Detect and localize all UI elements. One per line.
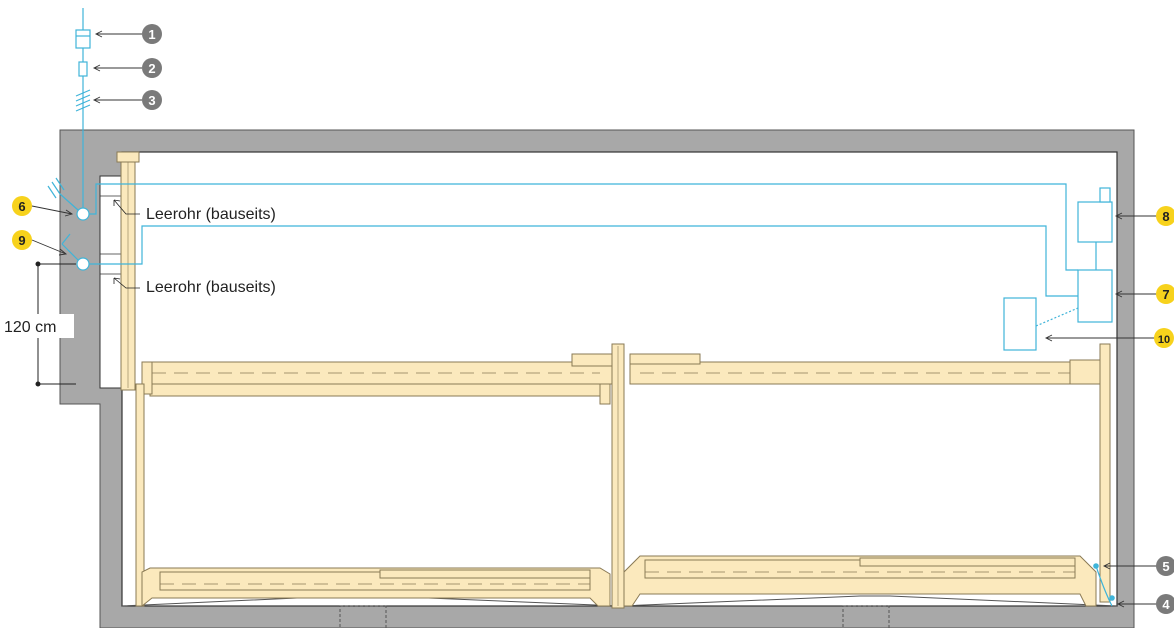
svg-text:5: 5	[1162, 559, 1169, 574]
marker-8: 8	[1156, 206, 1174, 226]
svg-text:8: 8	[1162, 209, 1169, 224]
marker-7: 7	[1156, 284, 1174, 304]
svg-text:6: 6	[18, 199, 25, 214]
fuse-icon	[78, 61, 88, 77]
marker-2: 2	[142, 58, 162, 78]
svg-text:3: 3	[148, 93, 155, 108]
marker-3: 3	[142, 90, 162, 110]
marker-6: 6	[12, 196, 32, 216]
svg-text:4: 4	[1162, 597, 1170, 612]
marker-1: 1	[142, 24, 162, 44]
marker-4: 4	[1156, 594, 1174, 614]
leerohr-label-bottom: Leerohr (bauseits)	[146, 279, 276, 296]
marker-10: 10	[1154, 328, 1174, 348]
svg-text:2: 2	[148, 61, 155, 76]
device-10-box	[1003, 297, 1037, 351]
svg-text:1: 1	[148, 27, 155, 42]
meter-icon	[75, 29, 91, 49]
dimension-label: 120 cm	[4, 319, 56, 336]
device-7-box	[1077, 269, 1113, 323]
sensor-4-dot	[1109, 595, 1115, 601]
svg-text:10: 10	[1158, 334, 1170, 346]
svg-text:7: 7	[1162, 287, 1169, 302]
svg-text:9: 9	[18, 233, 25, 248]
marker-9: 9	[12, 230, 32, 250]
marker-5: 5	[1156, 556, 1174, 576]
leerohr-label-top: Leerohr (bauseits)	[146, 206, 276, 223]
sensor-5-dot	[1093, 563, 1099, 569]
electrical-installation-diagram: 120 cm Leerohr (bauseits) Leerohr (bause…	[2, 8, 1174, 628]
